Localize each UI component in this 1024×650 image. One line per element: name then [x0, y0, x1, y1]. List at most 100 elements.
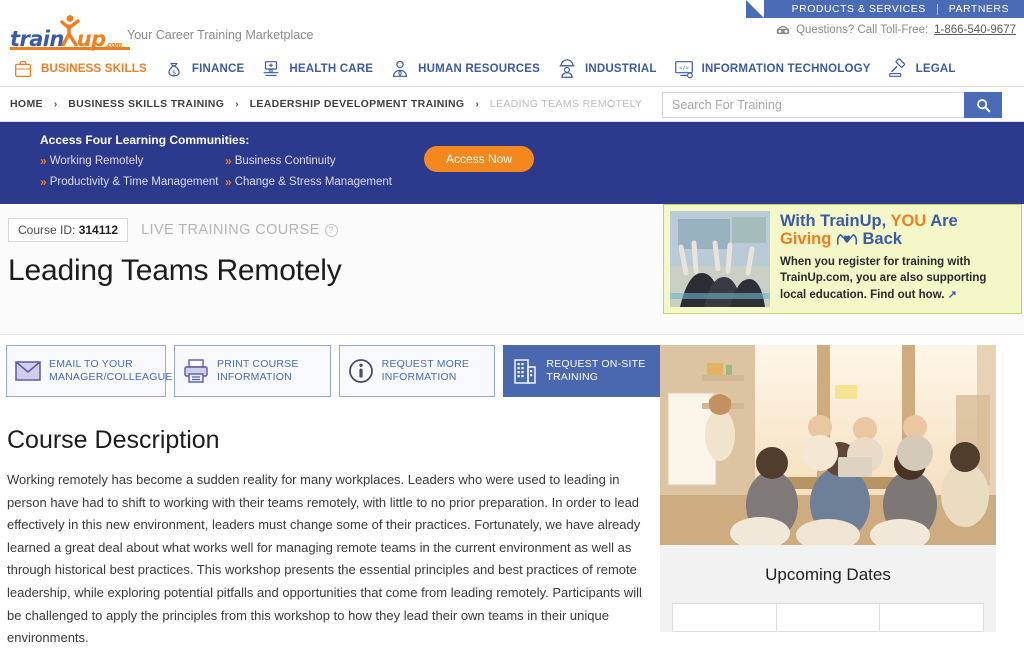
team-meeting-workshop-photo	[660, 345, 996, 545]
printer-icon	[184, 359, 208, 383]
nav-label-business-skills: BUSINESS SKILLS	[41, 62, 147, 75]
nav-item-industrial[interactable]: INDUSTRIAL	[554, 51, 671, 87]
hardhat-worker-icon	[559, 58, 575, 78]
giveback-headline-back: Back	[857, 230, 902, 249]
promo-label-working-remotely: Working Remotely	[49, 155, 144, 167]
hands-heart-icon	[836, 234, 858, 246]
nav-item-human-resources[interactable]: HUMAN RESOURCES	[387, 51, 554, 87]
nav-item-legal[interactable]: LEGAL	[885, 51, 970, 87]
trainup-logo[interactable]: train up .com	[10, 14, 122, 50]
giveback-headline-giving: Giving	[780, 230, 836, 249]
promo-label-productivity-time-management: Productivity & Time Management	[49, 176, 219, 188]
nav-label-industrial: INDUSTRIAL	[585, 62, 657, 75]
giveback-headline: With TrainUp, YOU Are Giving Back	[780, 212, 1015, 249]
external-link-icon: ↗	[947, 288, 957, 301]
promo-link-change-stress-management[interactable]: » Change & Stress Management	[225, 175, 1024, 189]
upcoming-dates-table	[672, 603, 984, 632]
course-header: Course ID: 314112 LIVE TRAINING COURSE ?…	[0, 204, 1024, 335]
course-type-text: LIVE TRAINING COURSE	[141, 222, 320, 238]
access-now-button[interactable]: Access Now	[424, 146, 534, 172]
course-id-label: Course ID:	[18, 223, 76, 237]
gavel-icon	[888, 57, 905, 77]
table-cell	[880, 604, 984, 632]
top-utility-links: PRODUCTS & SERVICES PARTNERS	[746, 0, 1024, 18]
nav-item-information-technology[interactable]: </> INFORMATION TECHNOLOGY	[671, 51, 885, 87]
giveback-headline-part1: With TrainUp,	[780, 212, 891, 230]
main-content: EMAIL TO YOUR MANAGER/COLLEAGUE PRINT CO…	[0, 335, 1024, 650]
nav-item-finance[interactable]: $ FINANCE	[161, 51, 259, 87]
search-icon	[976, 98, 990, 112]
promo-link-working-remotely[interactable]: » Working Remotely	[40, 154, 225, 168]
onsite-label-line1: REQUEST ON-SITE	[546, 357, 646, 370]
email-label-line1: EMAIL TO YOUR	[49, 357, 133, 370]
request-info-label-line2: INFORMATION	[381, 371, 457, 383]
category-navigation: BUSINESS SKILLS $ FINANCE HEALTH CARE HU…	[0, 51, 1024, 87]
print-course-button[interactable]: PRINT COURSE INFORMATION	[174, 345, 331, 397]
brand-tagline: Your Career Training Marketplace	[127, 27, 314, 42]
onsite-label-line2: TRAINING	[546, 371, 599, 383]
phone-number-link[interactable]: 1-866-540-9677	[934, 24, 1016, 36]
info-circle-icon	[348, 359, 373, 383]
nav-label-health-care: HEALTH CARE	[289, 62, 374, 75]
code-monitor-icon: </>	[674, 60, 693, 78]
breadcrumb-bar: HOME › BUSINESS SKILLS TRAINING › LEADER…	[0, 87, 1024, 122]
office-building-icon	[514, 359, 537, 384]
topbar-link-products-services[interactable]: PRODUCTS & SERVICES	[781, 3, 937, 15]
request-more-info-label: REQUEST MORE INFORMATION	[382, 358, 469, 384]
giveback-headline-you: YOU	[890, 212, 927, 230]
request-more-info-button[interactable]: REQUEST MORE INFORMATION	[338, 345, 496, 397]
double-chevron-right-icon: »	[40, 175, 46, 189]
promo-link-business-continuity[interactable]: » Business Continuity	[225, 154, 1024, 168]
promo-link-productivity-time-management[interactable]: » Productivity & Time Management	[40, 175, 225, 189]
nav-item-business-skills[interactable]: BUSINESS SKILLS	[10, 51, 161, 87]
promo-heading: Access Four Learning Communities:	[40, 133, 250, 147]
students-raising-hands-photo	[670, 211, 770, 307]
email-to-colleague-button[interactable]: EMAIL TO YOUR MANAGER/COLLEAGUE	[6, 345, 172, 397]
logo-row: train up .com Your Career Training Marketp…	[0, 14, 1024, 51]
table-cell	[776, 603, 881, 632]
nav-label-information-technology: INFORMATION TECHNOLOGY	[701, 62, 871, 75]
breadcrumb-item-leadership-development-training[interactable]: LEADERSHIP DEVELOPMENT TRAINING	[250, 98, 465, 110]
medical-icon	[264, 60, 279, 76]
table-cell	[672, 603, 777, 632]
top-utility-bar: PRODUCTS & SERVICES PARTNERS	[0, 0, 1024, 18]
upcoming-dates-panel: Upcoming Dates	[660, 545, 996, 632]
promo-label-change-stress-management: Change & Stress Management	[234, 176, 392, 188]
breadcrumb-separator: ›	[53, 98, 58, 110]
question-mark-icon[interactable]: ?	[324, 223, 338, 237]
search-input[interactable]	[662, 92, 964, 118]
breadcrumb-item-business-skills-training[interactable]: BUSINESS SKILLS TRAINING	[68, 98, 224, 110]
nav-label-human-resources: HUMAN RESOURCES	[418, 62, 541, 75]
course-description-body: Working remotely has become a sudden rea…	[7, 472, 642, 646]
learning-communities-banner: Access Four Learning Communities: » Work…	[0, 122, 1024, 204]
nav-item-health-care[interactable]: HEALTH CARE	[258, 51, 387, 87]
double-chevron-right-icon: »	[40, 154, 46, 168]
telephone-icon	[776, 25, 790, 34]
request-info-label-line1: REQUEST MORE	[381, 357, 470, 370]
giving-back-promo[interactable]: With TrainUp, YOU Are Giving Back When y…	[663, 204, 1022, 314]
giveback-body: When you register for training with Trai…	[780, 254, 1015, 303]
course-id-badge: Course ID: 314112	[8, 218, 129, 242]
breadcrumb-item-home[interactable]: HOME	[10, 98, 43, 110]
promo-label-business-continuity: Business Continuity	[234, 155, 336, 167]
breadcrumb-item-current: LEADING TEAMS REMOTELY	[489, 98, 643, 110]
svg-text:$: $	[172, 68, 176, 76]
svg-text:</>: </>	[679, 65, 690, 71]
breadcrumb-separator: ›	[475, 98, 479, 110]
upcoming-dates-title: Upcoming Dates	[765, 565, 891, 584]
double-chevron-right-icon: »	[225, 154, 231, 168]
course-description-heading: Course Description	[7, 426, 220, 454]
request-onsite-training-button[interactable]: REQUEST ON-SITE TRAINING	[503, 345, 661, 397]
table-row[interactable]	[672, 603, 984, 632]
nav-label-finance: FINANCE	[191, 62, 245, 75]
giveback-headline-part2: Are	[926, 212, 958, 230]
nav-label-legal: LEGAL	[915, 62, 956, 75]
course-action-buttons: EMAIL TO YOUR MANAGER/COLLEAGUE PRINT CO…	[6, 345, 661, 397]
topbar-link-partners[interactable]: PARTNERS	[938, 3, 1020, 15]
course-type-label: LIVE TRAINING COURSE ?	[141, 222, 338, 238]
search-button[interactable]	[964, 92, 1002, 118]
course-id-value: 314112	[78, 223, 119, 237]
print-label-line1: PRINT COURSE	[217, 357, 299, 370]
phone-label: Questions? Call Toll-Free:	[796, 24, 929, 36]
breadcrumb-separator: ›	[235, 98, 239, 110]
